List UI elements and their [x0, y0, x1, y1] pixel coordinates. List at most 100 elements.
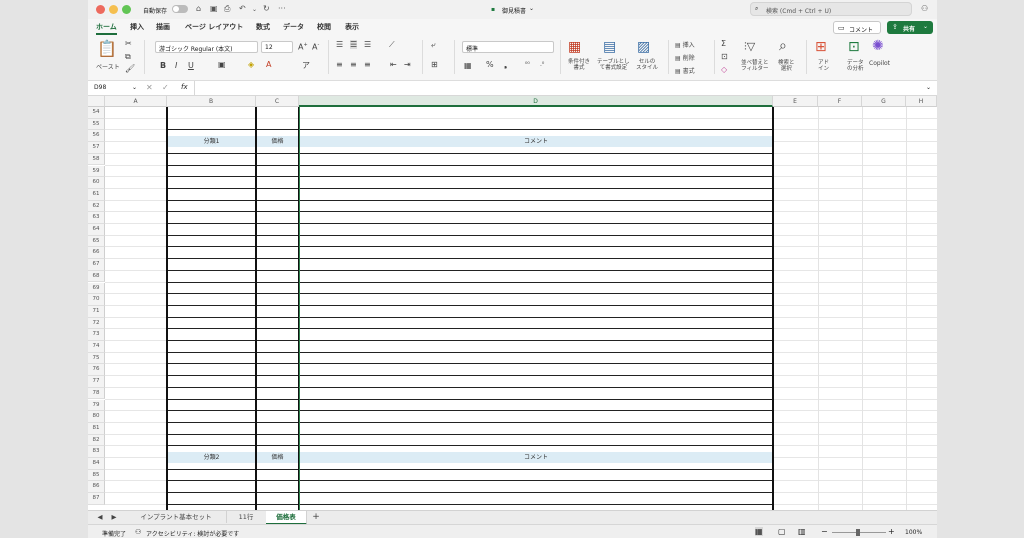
search-input[interactable]: ⌕ 検索 (Cmd + Ctrl + U) — [750, 2, 912, 16]
addin-icon[interactable]: ⊞ — [815, 39, 827, 55]
row-header[interactable]: 73 — [88, 329, 105, 341]
column-header[interactable]: F — [818, 96, 862, 107]
home-icon[interactable]: ⌂ — [196, 4, 201, 13]
align-top-icon[interactable]: ☰ — [336, 40, 343, 49]
tab-view[interactable]: 表示 — [345, 22, 359, 32]
autosave-toggle[interactable] — [172, 5, 188, 13]
normal-view-icon[interactable]: ▦ — [755, 527, 763, 536]
fill-color-icon[interactable]: ◈ — [248, 60, 254, 69]
align-middle-icon[interactable]: ☰ — [350, 40, 358, 49]
row-header[interactable]: 69 — [88, 282, 105, 295]
row-header[interactable]: 68 — [88, 270, 105, 283]
row-header[interactable]: 81 — [88, 422, 105, 435]
italic-icon[interactable]: I — [175, 61, 177, 70]
close-window-button[interactable] — [96, 5, 105, 14]
align-left-icon[interactable]: ≡ — [336, 60, 343, 69]
header-cell-category[interactable]: 分類2 — [167, 452, 256, 463]
align-bottom-icon[interactable]: ☰ — [364, 40, 371, 49]
add-sheet-button[interactable]: + — [308, 511, 324, 523]
increase-font-icon[interactable]: A+ — [298, 42, 308, 52]
row-header[interactable]: 62 — [88, 200, 105, 213]
undo-icon[interactable]: ↶ — [239, 4, 246, 13]
row-header[interactable]: 83 — [88, 446, 105, 458]
insert-function-button[interactable]: fx — [181, 83, 188, 91]
enter-icon[interactable]: ✓ — [162, 83, 169, 92]
accounting-icon[interactable]: ▦ — [464, 61, 472, 70]
page-layout-view-icon[interactable]: ▢ — [778, 527, 786, 536]
row-header[interactable]: 64 — [88, 224, 105, 236]
merge-center-icon[interactable]: ⊞ — [431, 60, 438, 69]
print-icon[interactable]: ⎙ — [224, 4, 230, 14]
wrap-text-icon[interactable]: ⤶ — [431, 40, 435, 50]
clear-icon[interactable]: ◇ — [721, 65, 727, 74]
title-chevron-icon[interactable]: ⌄ — [529, 5, 534, 12]
tab-page-layout[interactable]: ページ レイアウト — [185, 22, 243, 32]
row-header[interactable]: 85 — [88, 469, 105, 482]
minimize-window-button[interactable] — [109, 5, 118, 14]
row-header[interactable]: 84 — [88, 458, 105, 470]
row-header[interactable]: 60 — [88, 177, 105, 189]
cell-style-icon[interactable]: ▨ — [637, 39, 650, 55]
decrease-indent-icon[interactable]: ⇤ — [390, 60, 397, 69]
comment-button[interactable]: ▭ コメント — [833, 21, 881, 34]
font-name-select[interactable]: 游ゴシック Regular (本文) — [155, 41, 258, 53]
data-analysis-icon[interactable]: ⊡ — [848, 39, 860, 55]
tab-review[interactable]: 校閲 — [317, 22, 331, 32]
number-format-select[interactable]: 標準 — [462, 41, 554, 53]
zoom-level[interactable]: 100% — [905, 529, 922, 536]
percent-icon[interactable]: % — [486, 60, 494, 69]
row-header[interactable]: 56 — [88, 130, 105, 143]
row-header[interactable]: 66 — [88, 247, 105, 260]
sheet-tab[interactable]: インプラント基本セット — [126, 511, 227, 523]
expand-formula-icon[interactable]: ⌄ — [926, 84, 931, 91]
zoom-out-icon[interactable]: − — [821, 527, 828, 536]
row-header[interactable]: 71 — [88, 305, 105, 318]
save-icon[interactable]: ▣ — [210, 4, 218, 13]
row-header[interactable]: 65 — [88, 235, 105, 248]
decrease-font-icon[interactable]: A- — [312, 42, 319, 52]
insert-cells-button[interactable]: ▤ 挿入 — [675, 40, 695, 49]
comma-icon[interactable]: ❟ — [504, 60, 507, 70]
column-header[interactable]: H — [906, 96, 937, 107]
font-size-select[interactable]: 12 — [261, 41, 293, 53]
accessibility-icon[interactable]: ⚇ — [135, 528, 141, 536]
bold-icon[interactable]: B — [160, 61, 166, 70]
accessibility-status[interactable]: アクセシビリティ: 検討が必要です — [146, 529, 239, 538]
tab-insert[interactable]: 挿入 — [130, 22, 144, 32]
font-color-icon[interactable]: A — [266, 60, 271, 69]
find-select-icon[interactable]: ⌕ — [779, 38, 787, 54]
row-header[interactable]: 74 — [88, 341, 105, 353]
increase-indent-icon[interactable]: ⇥ — [404, 60, 411, 69]
tab-formulas[interactable]: 数式 — [256, 22, 270, 32]
format-painter-icon[interactable]: 🖌 — [125, 64, 135, 73]
phonetic-icon[interactable]: ア — [302, 60, 310, 71]
cut-icon[interactable]: ✂ — [125, 39, 132, 48]
row-header[interactable]: 54 — [88, 107, 105, 119]
tab-data[interactable]: データ — [283, 22, 304, 32]
page-break-view-icon[interactable]: ▥ — [798, 527, 806, 536]
row-header[interactable]: 55 — [88, 118, 105, 131]
chevron-down-icon[interactable]: ⌄ — [252, 6, 257, 13]
column-header[interactable]: G — [862, 96, 906, 107]
column-header[interactable]: A — [105, 96, 167, 107]
sheet-tab-active[interactable]: 価格表 — [266, 511, 307, 525]
select-all-corner[interactable] — [88, 96, 105, 107]
delete-cells-button[interactable]: ▤ 削除 — [675, 53, 695, 62]
prev-sheet-icon[interactable]: ◀ — [94, 511, 106, 523]
row-header[interactable]: 79 — [88, 399, 105, 412]
sheet-tab[interactable]: 11行 — [226, 511, 267, 523]
format-cells-button[interactable]: ▤ 書式 — [675, 66, 695, 75]
row-header[interactable]: 87 — [88, 493, 105, 505]
row-header[interactable]: 67 — [88, 259, 105, 271]
header-cell-price[interactable]: 価格 — [256, 452, 299, 463]
row-header[interactable]: 78 — [88, 387, 105, 400]
orientation-icon[interactable]: ⟋ — [389, 40, 395, 50]
account-icon[interactable]: ⚇ — [921, 4, 928, 13]
paste-icon[interactable]: 📋 — [97, 39, 117, 58]
copilot-icon[interactable]: ✺ — [872, 38, 884, 54]
align-center-icon[interactable]: ≡ — [350, 60, 357, 69]
row-header[interactable]: 82 — [88, 434, 105, 447]
align-right-icon[interactable]: ≡ — [364, 60, 371, 69]
header-cell-price[interactable]: 価格 — [256, 136, 299, 147]
underline-icon[interactable]: U — [188, 61, 194, 70]
